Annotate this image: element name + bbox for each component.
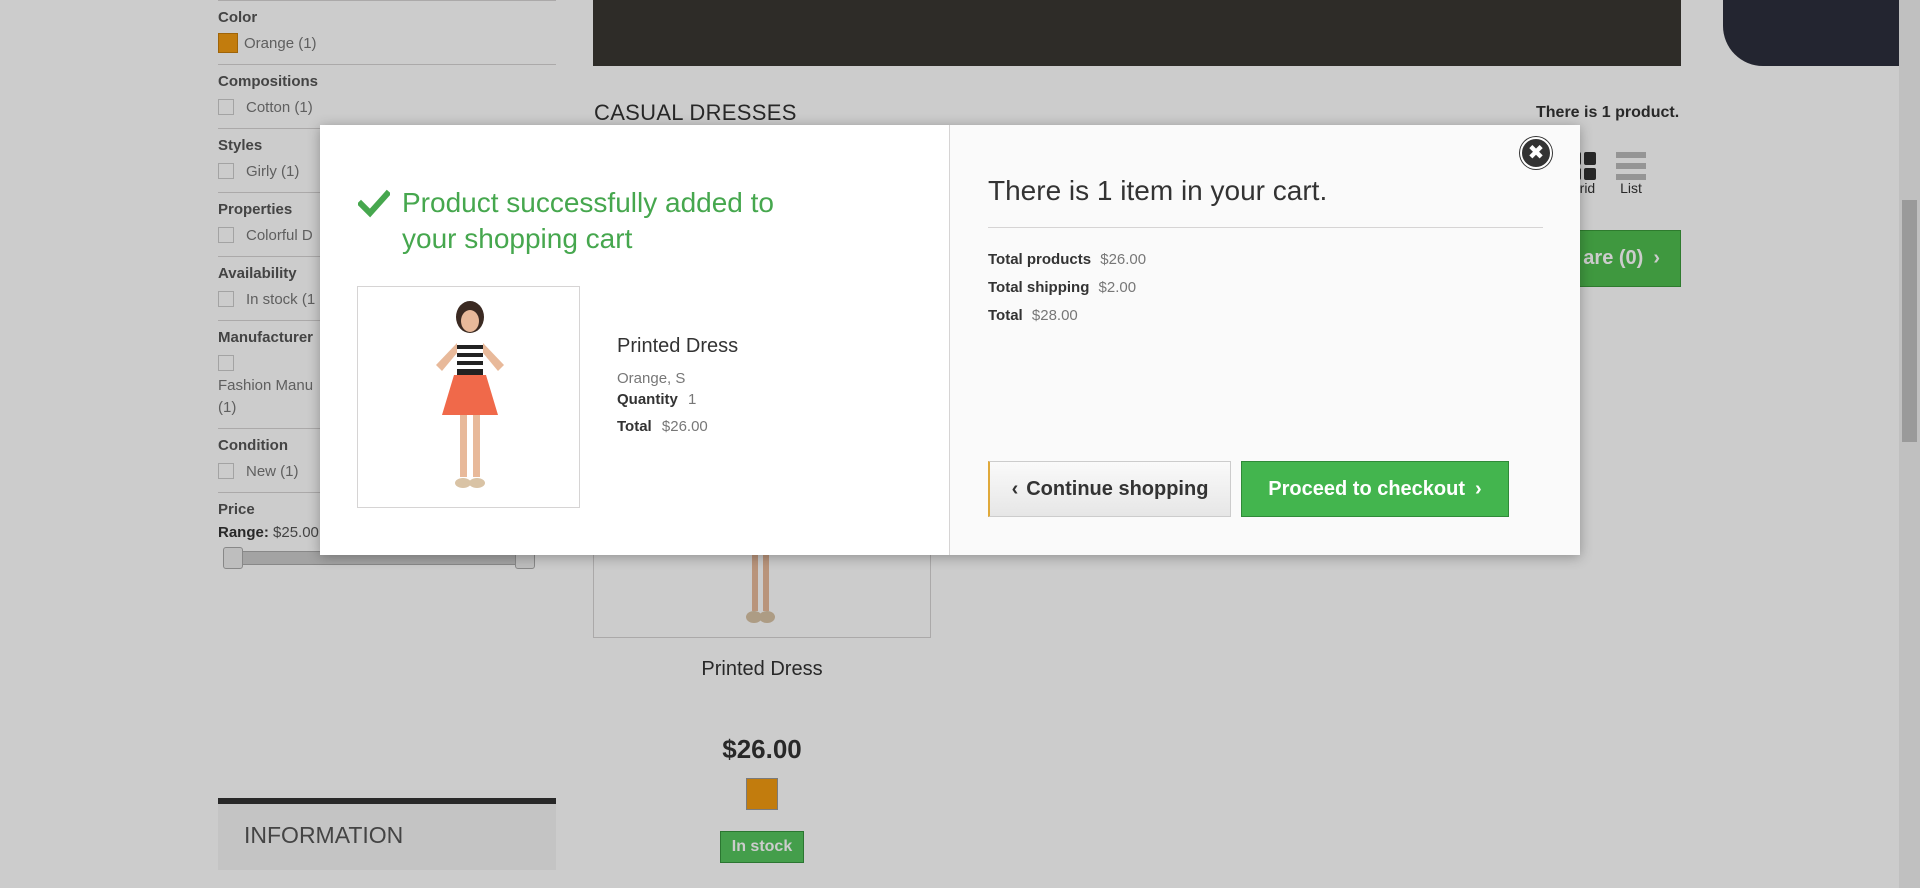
continue-shopping-button[interactable]: ‹ Continue shopping (988, 461, 1231, 517)
cart-product-name: Printed Dress (617, 335, 739, 357)
total-products-value: $26.00 (1100, 251, 1147, 268)
cart-product-attributes: Orange, S (617, 370, 686, 387)
cart-totals: Total products $26.00 Total shipping $2.… (988, 251, 1146, 335)
proceed-to-checkout-button[interactable]: Proceed to checkout › (1241, 461, 1509, 517)
total-shipping-label: Total shipping (988, 279, 1090, 296)
close-icon[interactable]: ✖ (1520, 137, 1552, 169)
grand-total-label: Total (988, 307, 1023, 324)
quantity-value: 1 (688, 391, 697, 408)
total-products-label: Total products (988, 251, 1092, 268)
continue-shopping-label: Continue shopping (1026, 477, 1209, 500)
success-text: Product successfully added to your shopp… (402, 187, 774, 254)
success-message: Product successfully added to your shopp… (358, 185, 822, 257)
cart-heading: There is 1 item in your cart. (988, 175, 1328, 206)
cart-product-total: Total $26.00 (617, 418, 738, 435)
cart-product-image (357, 286, 580, 508)
cart-product-quantity: Quantity 1 (617, 391, 738, 408)
chevron-right-icon: › (1475, 477, 1482, 500)
check-icon (358, 189, 390, 218)
cart-modal-summary: ✖ There is 1 item in your cart. Total pr… (950, 125, 1580, 555)
total-products: Total products $26.00 (988, 251, 1146, 268)
cart-modal: Product successfully added to your shopp… (320, 125, 1580, 555)
divider (988, 227, 1543, 228)
cart-modal-product: Product successfully added to your shopp… (320, 125, 950, 555)
total-shipping: Total shipping $2.00 (988, 279, 1146, 296)
grand-total: Total $28.00 (988, 307, 1146, 324)
proceed-to-checkout-label: Proceed to checkout (1268, 477, 1466, 500)
cart-product-details: Printed Dress Orange, S Quantity 1 Total… (617, 335, 738, 445)
product-total-label: Total (617, 418, 652, 435)
quantity-label: Quantity (617, 391, 678, 408)
product-total-value: $26.00 (661, 418, 708, 435)
model-image (436, 301, 504, 488)
total-shipping-value: $2.00 (1098, 279, 1137, 296)
chevron-left-icon: ‹ (1011, 477, 1019, 500)
grand-total-value: $28.00 (1031, 307, 1078, 324)
